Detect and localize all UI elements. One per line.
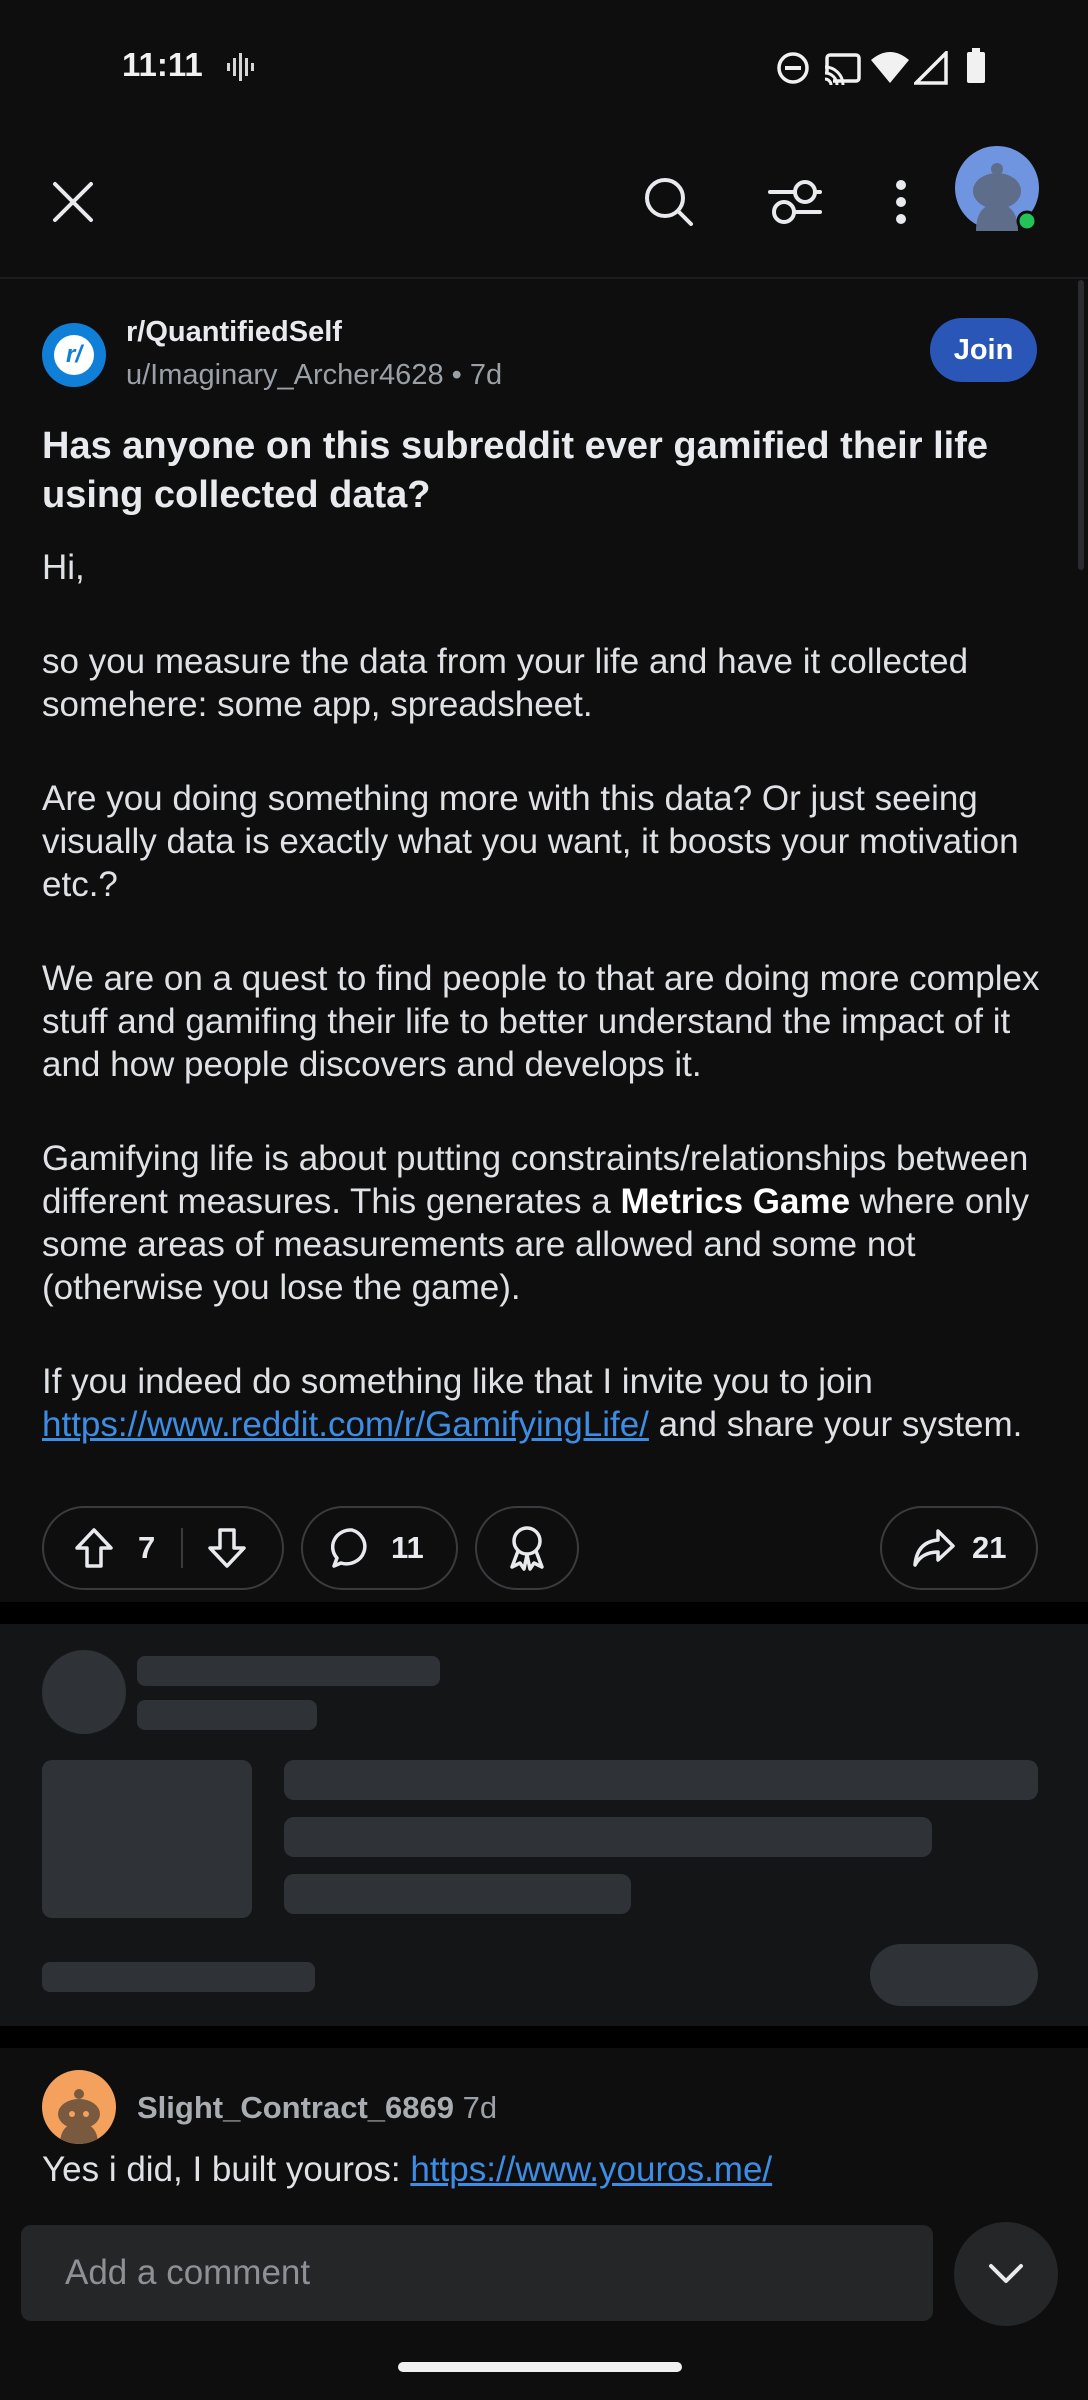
meta-separator: •	[451, 359, 470, 391]
home-indicator[interactable]	[398, 2362, 682, 2372]
comment-icon	[331, 1528, 367, 1568]
user-avatar-button[interactable]	[954, 145, 1040, 231]
wifi-icon	[871, 52, 909, 83]
more-options-button[interactable]	[866, 167, 936, 237]
close-button[interactable]	[38, 167, 108, 237]
body-text: If you indeed do something like that I i…	[42, 1362, 873, 1401]
more-vertical-icon	[896, 180, 906, 224]
post-meta: u/Imaginary_Archer4628 • 7d	[126, 359, 502, 392]
body-bold-text: Metrics Game	[620, 1182, 851, 1221]
gamifyinglife-link[interactable]: https://www.reddit.com/r/GamifyingLife/	[42, 1405, 649, 1444]
snoo-avatar-icon	[58, 2089, 100, 2144]
sort-filter-button[interactable]	[760, 167, 830, 237]
author-name[interactable]: u/Imaginary_Archer4628	[126, 359, 444, 391]
skeleton-line	[42, 1962, 315, 1992]
share-icon	[913, 1529, 955, 1567]
join-button[interactable]: Join	[930, 318, 1037, 382]
comment-composer[interactable]	[21, 2225, 933, 2321]
vote-count: 7	[138, 1530, 156, 1565]
comment-input[interactable]	[63, 2252, 887, 2294]
downvote-icon[interactable]	[207, 1527, 247, 1569]
chevron-down-icon	[989, 2264, 1023, 2283]
loading-skeleton	[0, 1624, 1088, 2026]
search-icon	[645, 178, 693, 226]
body-paragraph: Gamifying life is about putting constrai…	[42, 1137, 1052, 1309]
scrollbar[interactable]	[1078, 280, 1084, 570]
skeleton-line	[284, 1874, 631, 1914]
post-title: Has anyone on this subreddit ever gamifi…	[42, 425, 988, 516]
skeleton-pill	[870, 1944, 1038, 2006]
upvote-icon[interactable]	[74, 1527, 114, 1569]
close-icon	[53, 182, 93, 222]
skeleton-line	[137, 1700, 317, 1730]
body-paragraph: Hi,	[42, 548, 85, 587]
post-age: 7d	[469, 359, 503, 391]
subreddit-logo[interactable]: r/	[42, 323, 106, 387]
comment-body: Yes i did, I built youros:	[42, 2150, 411, 2189]
comment-age: 7d	[462, 2090, 498, 2125]
body-paragraph: If you indeed do something like that I i…	[42, 1360, 1052, 1446]
skeleton-line	[284, 1760, 1038, 1800]
filter-icon	[768, 180, 822, 224]
scroll-down-button[interactable]	[954, 2222, 1058, 2326]
comment-avatar[interactable]	[42, 2070, 116, 2144]
share-count: 21	[972, 1530, 1007, 1565]
skeleton-line	[137, 1656, 440, 1686]
do-not-disturb-icon	[777, 52, 809, 84]
vote-control: 7	[42, 1506, 284, 1590]
section-separator	[0, 1602, 1088, 1624]
youros-link[interactable]: https://www.youros.me/	[410, 2150, 772, 2189]
share-button[interactable]: 21	[880, 1506, 1038, 1590]
battery-icon	[967, 48, 985, 83]
comments-button[interactable]: 11	[301, 1506, 458, 1590]
cast-icon	[823, 53, 861, 85]
cellular-signal-icon	[914, 51, 948, 85]
award-button[interactable]	[475, 1506, 579, 1590]
subreddit-name[interactable]: r/QuantifiedSelf	[126, 316, 342, 349]
skeleton-avatar	[42, 1650, 126, 1734]
comment-meta: Slight_Contract_6869 7d	[137, 2090, 497, 2126]
avatar	[955, 146, 1039, 231]
vote-divider	[181, 1528, 184, 1568]
comment-text: Yes i did, I built youros: https://www.y…	[42, 2150, 772, 2190]
body-paragraph: Are you doing something more with this d…	[42, 779, 1019, 904]
body-paragraph: so you measure the data from your life a…	[42, 642, 969, 724]
body-text: and share your system.	[648, 1405, 1023, 1444]
search-button[interactable]	[634, 167, 704, 237]
comment-author[interactable]: Slight_Contract_6869	[137, 2090, 454, 2125]
skeleton-line	[284, 1817, 932, 1857]
subreddit-logo-glyph: r/	[54, 335, 94, 375]
voice-activity-icon	[227, 53, 254, 81]
status-time: 11:11	[122, 46, 203, 83]
comment-count: 11	[391, 1530, 424, 1565]
body-paragraph: We are on a quest to find people to that…	[42, 959, 1040, 1084]
post-body: Hi, so you measure the data from your li…	[42, 546, 1052, 1446]
header-divider	[0, 277, 1088, 279]
section-separator	[0, 2026, 1088, 2048]
top-app-bar	[0, 145, 1088, 277]
award-icon	[510, 1526, 544, 1571]
skeleton-thumbnail	[42, 1760, 252, 1918]
